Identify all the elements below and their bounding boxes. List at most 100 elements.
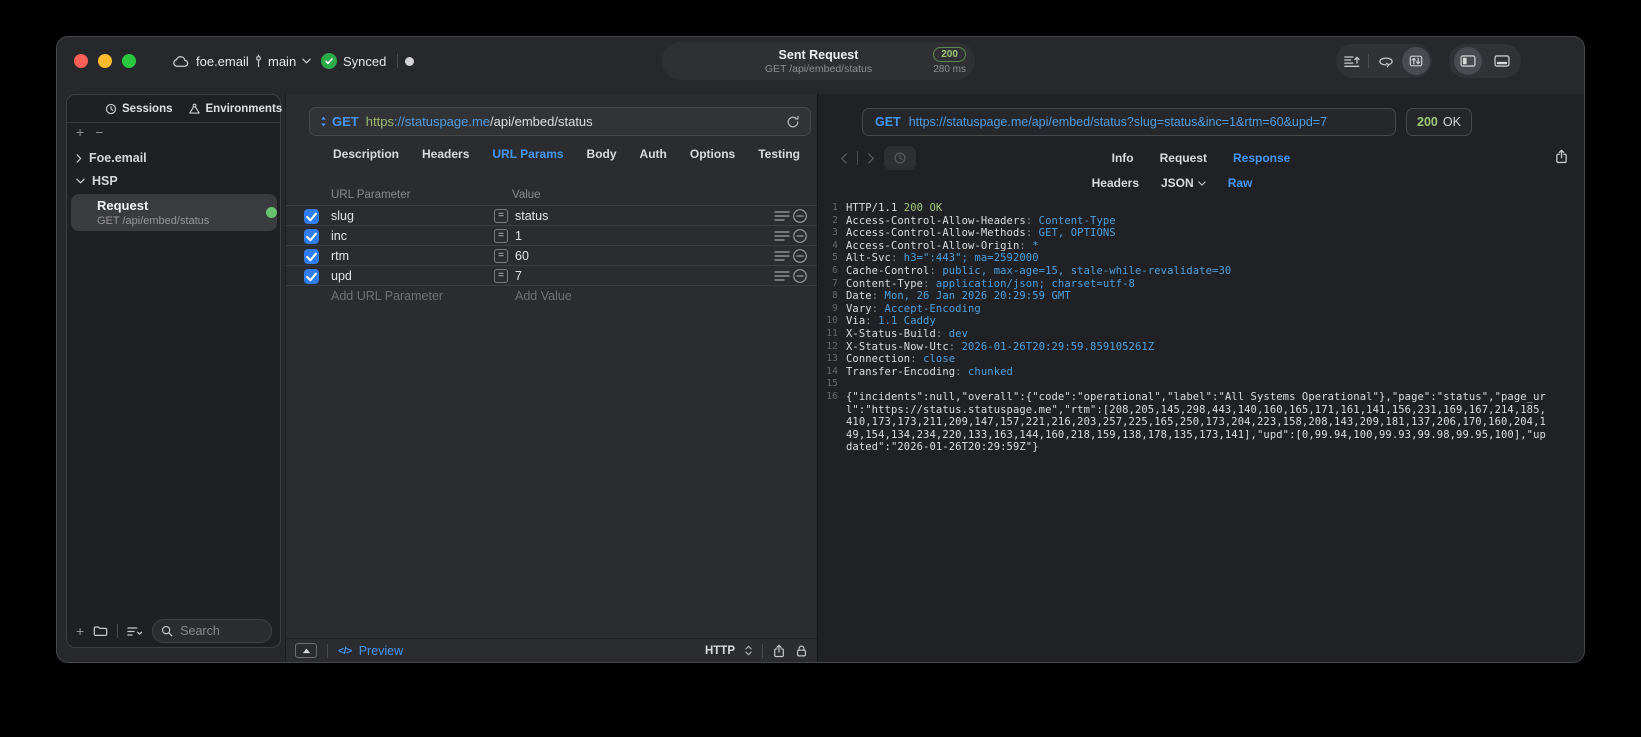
remove-param-icon[interactable] bbox=[792, 208, 808, 224]
add-value-placeholder[interactable]: Add Value bbox=[515, 289, 572, 303]
view-tab-headers[interactable]: Headers bbox=[1092, 176, 1139, 190]
tab-options[interactable]: Options bbox=[690, 147, 735, 161]
remove-param-icon[interactable] bbox=[792, 268, 808, 284]
remove-param-icon[interactable] bbox=[792, 228, 808, 244]
code-line: 7 Content-Type: application/json; charset… bbox=[832, 277, 1135, 290]
expand-panel-button[interactable] bbox=[295, 643, 317, 658]
protocol-selector[interactable]: HTTP bbox=[705, 645, 735, 657]
tab-response[interactable]: Response bbox=[1233, 151, 1290, 165]
status-code: 200 bbox=[1417, 115, 1438, 129]
footer-divider bbox=[327, 643, 328, 658]
drag-handle-icon[interactable] bbox=[774, 230, 790, 242]
drag-handle-icon[interactable] bbox=[774, 270, 790, 282]
new-group-icon[interactable] bbox=[93, 625, 108, 637]
add-param-placeholder[interactable]: Add URL Parameter bbox=[331, 289, 443, 303]
send-lines-icon[interactable] bbox=[1338, 47, 1366, 75]
summary-status: 200 280 ms bbox=[933, 42, 966, 80]
param-value-field[interactable]: 60 bbox=[515, 249, 529, 263]
param-name-field[interactable]: upd bbox=[331, 269, 352, 283]
sort-order-icon[interactable] bbox=[127, 626, 143, 637]
drag-handle-icon[interactable] bbox=[774, 250, 790, 262]
project-name: foe.email bbox=[196, 53, 249, 69]
sync-status[interactable]: Synced bbox=[321, 37, 386, 85]
column-url-parameter: URL Parameter bbox=[331, 189, 411, 201]
tab-testing[interactable]: Testing bbox=[758, 147, 800, 161]
equals-badge: = bbox=[494, 229, 508, 243]
code-icon: </> bbox=[338, 644, 352, 657]
sync-label: Synced bbox=[343, 53, 387, 69]
param-enabled-checkbox[interactable] bbox=[304, 208, 319, 224]
unsaved-dot bbox=[405, 57, 414, 66]
code-line: 4 Access-Control-Allow-Origin: * bbox=[832, 239, 1039, 252]
tree-group-foe-email[interactable]: Foe.email bbox=[76, 150, 147, 166]
zoom-window-button[interactable] bbox=[122, 54, 136, 68]
request-response-swap-icon[interactable] bbox=[1401, 47, 1430, 75]
preview-button[interactable]: </> Preview bbox=[338, 644, 403, 658]
param-table-header: URL Parameter Value bbox=[286, 189, 817, 204]
sent-request-summary[interactable]: Sent Request GET /api/embed/status 200 2… bbox=[662, 42, 975, 80]
response-status-box: 200 OK bbox=[1406, 108, 1472, 136]
param-enabled-checkbox[interactable] bbox=[304, 228, 319, 244]
response-url: https://statuspage.me/api/embed/status?s… bbox=[908, 115, 1328, 129]
panel-toggle-group bbox=[1449, 44, 1521, 78]
request-url-bar[interactable]: GET https://statuspage.me/api/embed/stat… bbox=[309, 107, 811, 136]
project-switcher[interactable]: foe.email bbox=[172, 37, 249, 85]
request-title: Request bbox=[97, 198, 149, 213]
app-window: foe.email main Synced Sent Request GET /… bbox=[57, 37, 1584, 662]
param-value-field[interactable]: status bbox=[515, 209, 548, 223]
lock-icon[interactable] bbox=[795, 644, 808, 658]
tab-url-params[interactable]: URL Params bbox=[492, 147, 563, 161]
code-line: 14 Transfer-Encoding: chunked bbox=[826, 365, 1013, 378]
method-stepper-icon[interactable] bbox=[320, 116, 327, 127]
response-url-box[interactable]: GET https://statuspage.me/api/embed/stat… bbox=[862, 108, 1396, 136]
code-line: 13 Connection: close bbox=[826, 353, 956, 366]
param-row: slug = status bbox=[286, 205, 817, 225]
view-tab-raw[interactable]: Raw bbox=[1228, 176, 1253, 190]
tab-description[interactable]: Description bbox=[333, 147, 399, 161]
param-name-field[interactable]: inc bbox=[331, 229, 347, 243]
sync-loop-icon[interactable] bbox=[1372, 47, 1400, 75]
tab-environments[interactable]: Environments bbox=[188, 103, 282, 115]
request-tabs: Description Headers URL Params Body Auth… bbox=[286, 147, 817, 161]
param-name-field[interactable]: rtm bbox=[331, 249, 349, 263]
add-item-icon[interactable]: + bbox=[76, 125, 84, 139]
tab-body[interactable]: Body bbox=[587, 147, 617, 161]
branch-selector[interactable]: main bbox=[255, 37, 311, 85]
summary-text: Sent Request GET /api/embed/status bbox=[662, 42, 975, 80]
protocol-stepper-icon[interactable] bbox=[745, 645, 752, 656]
bottom-panel-toggle-icon[interactable] bbox=[1488, 47, 1516, 75]
sidebar-item-request[interactable]: Request GET /api/embed/status bbox=[71, 194, 277, 231]
param-enabled-checkbox[interactable] bbox=[304, 248, 319, 264]
code-line: 8 Date: Mon, 26 Jan 2026 20:29:59 GMT bbox=[832, 290, 1071, 303]
status-badge: 200 bbox=[933, 47, 966, 62]
param-name-field[interactable]: slug bbox=[331, 209, 354, 223]
export-share-icon[interactable] bbox=[1555, 149, 1568, 164]
tab-sessions[interactable]: Sessions bbox=[105, 103, 173, 115]
response-tabs: Info Request Response bbox=[818, 146, 1584, 170]
code-line: 11 X-Status-Build: dev bbox=[826, 327, 969, 340]
close-window-button[interactable] bbox=[74, 54, 88, 68]
chevron-down-icon bbox=[1197, 180, 1206, 186]
tab-info[interactable]: Info bbox=[1112, 151, 1134, 165]
share-icon[interactable] bbox=[773, 644, 785, 658]
remove-param-icon[interactable] bbox=[792, 248, 808, 264]
tab-request[interactable]: Request bbox=[1160, 151, 1207, 165]
view-tab-json[interactable]: JSON bbox=[1161, 176, 1206, 190]
equals-badge: = bbox=[494, 209, 508, 223]
tab-auth[interactable]: Auth bbox=[640, 147, 667, 161]
param-value-field[interactable]: 7 bbox=[515, 269, 522, 283]
left-sidebar-toggle-icon[interactable] bbox=[1454, 47, 1483, 75]
drag-handle-icon[interactable] bbox=[774, 210, 790, 222]
param-enabled-checkbox[interactable] bbox=[304, 268, 319, 284]
refresh-icon[interactable] bbox=[786, 115, 800, 129]
remove-item-icon[interactable]: − bbox=[95, 125, 103, 139]
titlebar: foe.email main Synced Sent Request GET /… bbox=[57, 37, 1584, 85]
tree-group-hsp[interactable]: HSP bbox=[76, 173, 118, 189]
minimize-window-button[interactable] bbox=[98, 54, 112, 68]
new-request-icon[interactable]: + bbox=[76, 624, 84, 638]
tab-headers[interactable]: Headers bbox=[422, 147, 469, 161]
clock-icon bbox=[105, 103, 117, 115]
param-value-field[interactable]: 1 bbox=[515, 229, 522, 243]
url-text[interactable]: https://statuspage.me/api/embed/status bbox=[366, 114, 593, 129]
code-line: 15 bbox=[826, 378, 838, 390]
